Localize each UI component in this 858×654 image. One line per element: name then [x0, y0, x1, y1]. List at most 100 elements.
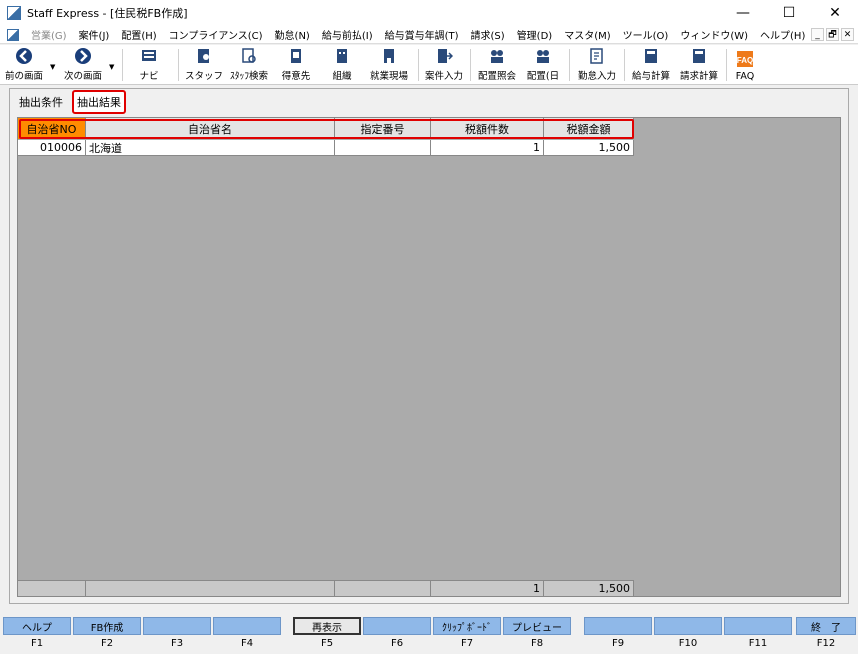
- column-header-code[interactable]: 自治省NO: [18, 118, 86, 139]
- attendance-entry-button[interactable]: 勤怠入力: [574, 45, 620, 85]
- toolbar-separator: [178, 49, 179, 81]
- fkey-label: F4: [240, 638, 254, 649]
- customer-icon: [287, 47, 305, 65]
- grid-header: 自治省NO 自治省名 指定番号 税額件数 税額金額: [18, 118, 634, 139]
- toolbar-separator: [569, 49, 570, 81]
- cell-tax-count[interactable]: 1: [431, 140, 544, 156]
- menu-sales[interactable]: 営業(G): [25, 27, 73, 42]
- back-dropdown-icon[interactable]: ▼: [50, 63, 55, 71]
- fkey-f9: F9: [584, 617, 652, 654]
- staff-search-icon: [240, 47, 258, 65]
- fkey-label: F5: [320, 638, 334, 649]
- worksite-icon: [380, 47, 398, 65]
- help-button[interactable]: ヘルプ: [3, 617, 71, 635]
- fkey-f1: ヘルプ F1: [3, 617, 71, 654]
- f3-button[interactable]: [143, 617, 211, 635]
- footer-total-count: 1: [431, 581, 544, 596]
- fkey-f4: F4: [213, 617, 281, 654]
- menu-help[interactable]: ヘルプ(H): [754, 27, 811, 42]
- menu-bar: 営業(G) 案件(J) 配置(H) コンプライアンス(C) 勤怠(N) 給与前払…: [0, 26, 858, 44]
- organization-button[interactable]: 組織: [322, 45, 362, 85]
- fkey-label: F2: [100, 638, 114, 649]
- fkey-f7: ｸﾘｯﾌﾟﾎﾞｰﾄﾞ F7: [433, 617, 501, 654]
- forward-button[interactable]: 次の画面: [60, 45, 106, 85]
- menu-window[interactable]: ウィンドウ(W): [674, 27, 754, 42]
- payroll-calc-icon: [642, 47, 660, 65]
- column-header-tax-count[interactable]: 税額件数: [431, 118, 544, 139]
- preview-button[interactable]: プレビュー: [503, 617, 571, 635]
- column-header-name[interactable]: 自治省名: [86, 118, 335, 139]
- back-button[interactable]: 前の画面: [3, 45, 45, 85]
- fkey-f8: プレビュー F8: [503, 617, 571, 654]
- f10-button[interactable]: [654, 617, 722, 635]
- toolbar-separator: [726, 49, 727, 81]
- job-entry-icon: [435, 47, 453, 65]
- organization-icon: [333, 47, 351, 65]
- cell-designation-no[interactable]: [335, 140, 431, 156]
- results-grid[interactable]: 自治省NO 自治省名 指定番号 税額件数 税額金額 010006 北海道 1 1…: [17, 117, 841, 597]
- menu-admin[interactable]: 管理(D): [511, 27, 559, 42]
- app-icon: [7, 6, 21, 20]
- fkey-label: F10: [678, 638, 698, 649]
- exit-button[interactable]: 終 了: [796, 617, 856, 635]
- arrow-left-icon: [15, 47, 33, 65]
- clipboard-button[interactable]: ｸﾘｯﾌﾟﾎﾞｰﾄﾞ: [433, 617, 501, 635]
- navi-button[interactable]: ナビ: [132, 45, 166, 85]
- billing-calc-button[interactable]: 請求計算: [676, 45, 722, 85]
- mdi-close-button[interactable]: ✕: [841, 28, 854, 41]
- column-header-tax-amount[interactable]: 税額金額: [544, 118, 634, 139]
- minimize-button[interactable]: —: [720, 0, 766, 26]
- toolbar-separator: [470, 49, 471, 81]
- mdi-minimize-button[interactable]: _: [811, 28, 824, 41]
- f11-button[interactable]: [724, 617, 792, 635]
- attendance-edit-icon: [588, 47, 606, 65]
- fkey-label: F1: [30, 638, 44, 649]
- fb-create-button[interactable]: FB作成: [73, 617, 141, 635]
- staff-button[interactable]: スタッフ: [185, 45, 223, 85]
- placement-inquiry-button[interactable]: 配置照会: [474, 45, 520, 85]
- placement-day-button[interactable]: 配置(日: [522, 45, 564, 85]
- maximize-button[interactable]: ☐: [766, 0, 812, 26]
- column-header-designation-no[interactable]: 指定番号: [335, 118, 431, 139]
- title-bar: Staff Express - [住民税FB作成] — ☐ ✕: [0, 0, 858, 26]
- footer-cell-designation-no: [335, 581, 431, 596]
- table-row[interactable]: 010006 北海道 1 1,500: [18, 140, 634, 156]
- close-button[interactable]: ✕: [812, 0, 858, 26]
- payroll-calc-button[interactable]: 給与計算: [628, 45, 674, 85]
- fkey-f10: F10: [654, 617, 722, 654]
- menu-attendance[interactable]: 勤怠(N): [269, 27, 316, 42]
- f6-button[interactable]: [363, 617, 431, 635]
- menu-jobs[interactable]: 案件(J): [73, 27, 116, 42]
- menu-compliance[interactable]: コンプライアンス(C): [163, 27, 269, 42]
- f9-button[interactable]: [584, 617, 652, 635]
- menu-tools[interactable]: ツール(O): [617, 27, 675, 42]
- fkey-label: F9: [611, 638, 625, 649]
- toolbar-separator: [418, 49, 419, 81]
- staff-search-button[interactable]: ｽﾀｯﾌ検索: [226, 45, 272, 85]
- fkey-label: F3: [170, 638, 184, 649]
- fkey-label: F6: [390, 638, 404, 649]
- job-entry-button[interactable]: 案件入力: [422, 45, 466, 85]
- menu-placement[interactable]: 配置(H): [115, 27, 162, 42]
- fkey-label: F12: [816, 638, 836, 649]
- menu-master[interactable]: マスタ(M): [558, 27, 616, 42]
- cell-tax-amount[interactable]: 1,500: [544, 140, 634, 156]
- f4-button[interactable]: [213, 617, 281, 635]
- faq-icon: FAQ: [736, 50, 754, 68]
- cell-code[interactable]: 010006: [18, 140, 86, 156]
- refresh-button[interactable]: 再表示: [293, 617, 361, 635]
- faq-button[interactable]: FAQ FAQ: [730, 45, 760, 85]
- menu-payroll[interactable]: 給与賞与年調(T): [379, 27, 465, 42]
- staff-icon: [195, 47, 213, 65]
- worksite-button[interactable]: 就業現場: [366, 45, 412, 85]
- fkey-f11: F11: [724, 617, 792, 654]
- customer-button[interactable]: 得意先: [276, 45, 316, 85]
- svg-text:FAQ: FAQ: [737, 56, 753, 65]
- menu-advance-pay[interactable]: 給与前払(I): [316, 27, 379, 42]
- footer-cell-code: [18, 581, 86, 596]
- cell-name[interactable]: 北海道: [86, 140, 335, 156]
- menu-billing[interactable]: 請求(S): [465, 27, 511, 42]
- forward-dropdown-icon[interactable]: ▼: [109, 63, 114, 71]
- mdi-restore-button[interactable]: 🗗: [826, 28, 839, 41]
- fkey-label: F8: [530, 638, 544, 649]
